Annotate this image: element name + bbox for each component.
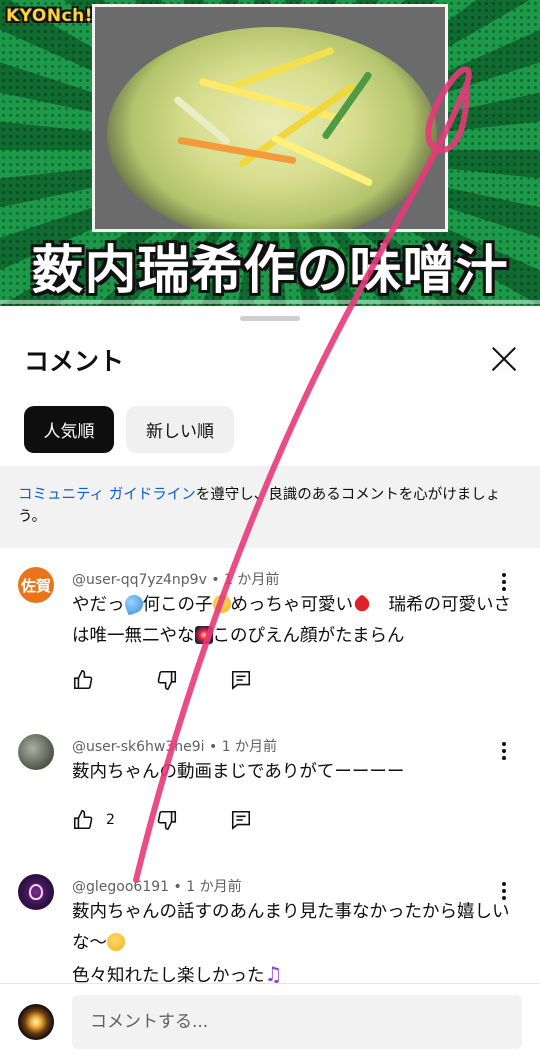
current-user-avatar[interactable]: [18, 1004, 54, 1040]
community-guideline-notice: コミュニティ ガイドラインを遵守し、良識のあるコメントを心がけましょう。: [0, 466, 540, 548]
comment-text: 薮内ちゃんの動画まじでありがてーーーー: [72, 762, 405, 782]
comments-sheet: コメント 人気順 新しい順 コミュニティ ガイドラインを遵守し、良識のあるコメン…: [0, 306, 540, 1057]
channel-logo: KYONch!: [6, 6, 93, 26]
sheet-title: コメント: [24, 347, 125, 376]
comment-time: 1 か月前: [186, 879, 242, 895]
thumbs-down-icon: [157, 670, 177, 690]
avatar-text: 佐賀: [20, 576, 51, 595]
comment-item: @glegoo6191 • 1 か月前 薮内ちゃんの話すのあんまり見た事なかった…: [0, 868, 540, 988]
comment-author[interactable]: @user-sk6hw3he9i: [72, 739, 205, 755]
like-button[interactable]: [72, 669, 94, 691]
comment-composer: [0, 983, 540, 1057]
comment-item: @user-sk6hw3he9i • 1 か月前 薮内ちゃんの動画まじでありがて…: [0, 728, 540, 858]
dislike-button[interactable]: [156, 809, 178, 831]
comment-time: 1 か月前: [224, 572, 280, 588]
reply-button[interactable]: [230, 809, 252, 831]
miso-soup-pot: [107, 27, 437, 229]
comment-time: 1 か月前: [221, 739, 278, 755]
avatar[interactable]: [18, 874, 54, 910]
sort-chip-newest[interactable]: 新しい順: [126, 406, 234, 453]
comment-input[interactable]: [72, 995, 522, 1049]
community-guideline-link[interactable]: コミュニティ ガイドライン: [18, 487, 196, 503]
comment-meta: @user-qq7yz4np9v • 1 か月前: [72, 572, 280, 588]
comment-meta: @user-sk6hw3he9i • 1 か月前: [72, 739, 278, 755]
smiling-face-emoji: [107, 933, 125, 951]
smiling-face-emoji: [212, 595, 231, 613]
comment-item: 佐賀 @user-qq7yz4np9v • 1 か月前 やだっ 何この子 めっちゃ可…: [0, 561, 540, 721]
dislike-button[interactable]: [156, 669, 178, 691]
thumbs-up-icon: [73, 810, 93, 830]
reply-button[interactable]: [230, 669, 252, 691]
avatar[interactable]: [18, 734, 54, 770]
thumbs-down-icon: [157, 810, 176, 830]
drag-handle[interactable]: [240, 316, 300, 321]
like-button[interactable]: 2: [72, 809, 115, 831]
thumbs-up-icon: [73, 670, 93, 690]
like-count: 2: [106, 812, 115, 828]
comment-actions: [72, 667, 252, 693]
comment-actions: 2: [72, 807, 252, 833]
close-icon[interactable]: [485, 340, 523, 378]
reply-icon: [231, 670, 251, 690]
avatar[interactable]: 佐賀: [18, 567, 54, 603]
comment-meta: @glegoo6191 • 1 か月前: [72, 879, 242, 895]
fireworks-emoji: [194, 626, 213, 644]
apple-logo-icon: [29, 884, 43, 900]
video-overlay-title: 薮内瑞希作の味噌汁: [31, 241, 509, 301]
comment-text: やだっ 何この子 めっちゃ可愛い 瑞希の可愛いさは唯一無二やな このぴえん顔がたまらん: [72, 590, 517, 652]
video-player[interactable]: KYONch! 薮内瑞希作の味噌汁: [0, 0, 540, 306]
reply-icon: [231, 810, 250, 830]
video-thumbnail: [92, 4, 448, 232]
video-progress-bar[interactable]: [0, 300, 540, 304]
comment-author[interactable]: @glegoo6191: [72, 879, 169, 895]
red-heart-emoji: [351, 593, 373, 615]
comment-text: 薮内ちゃんの話すのあんまり見た事なかったから嬉しいな〜 色々知れたし楽しかった♫: [72, 897, 517, 992]
comment-author[interactable]: @user-qq7yz4np9v: [72, 572, 207, 588]
sort-chip-top[interactable]: 人気順: [24, 406, 114, 453]
